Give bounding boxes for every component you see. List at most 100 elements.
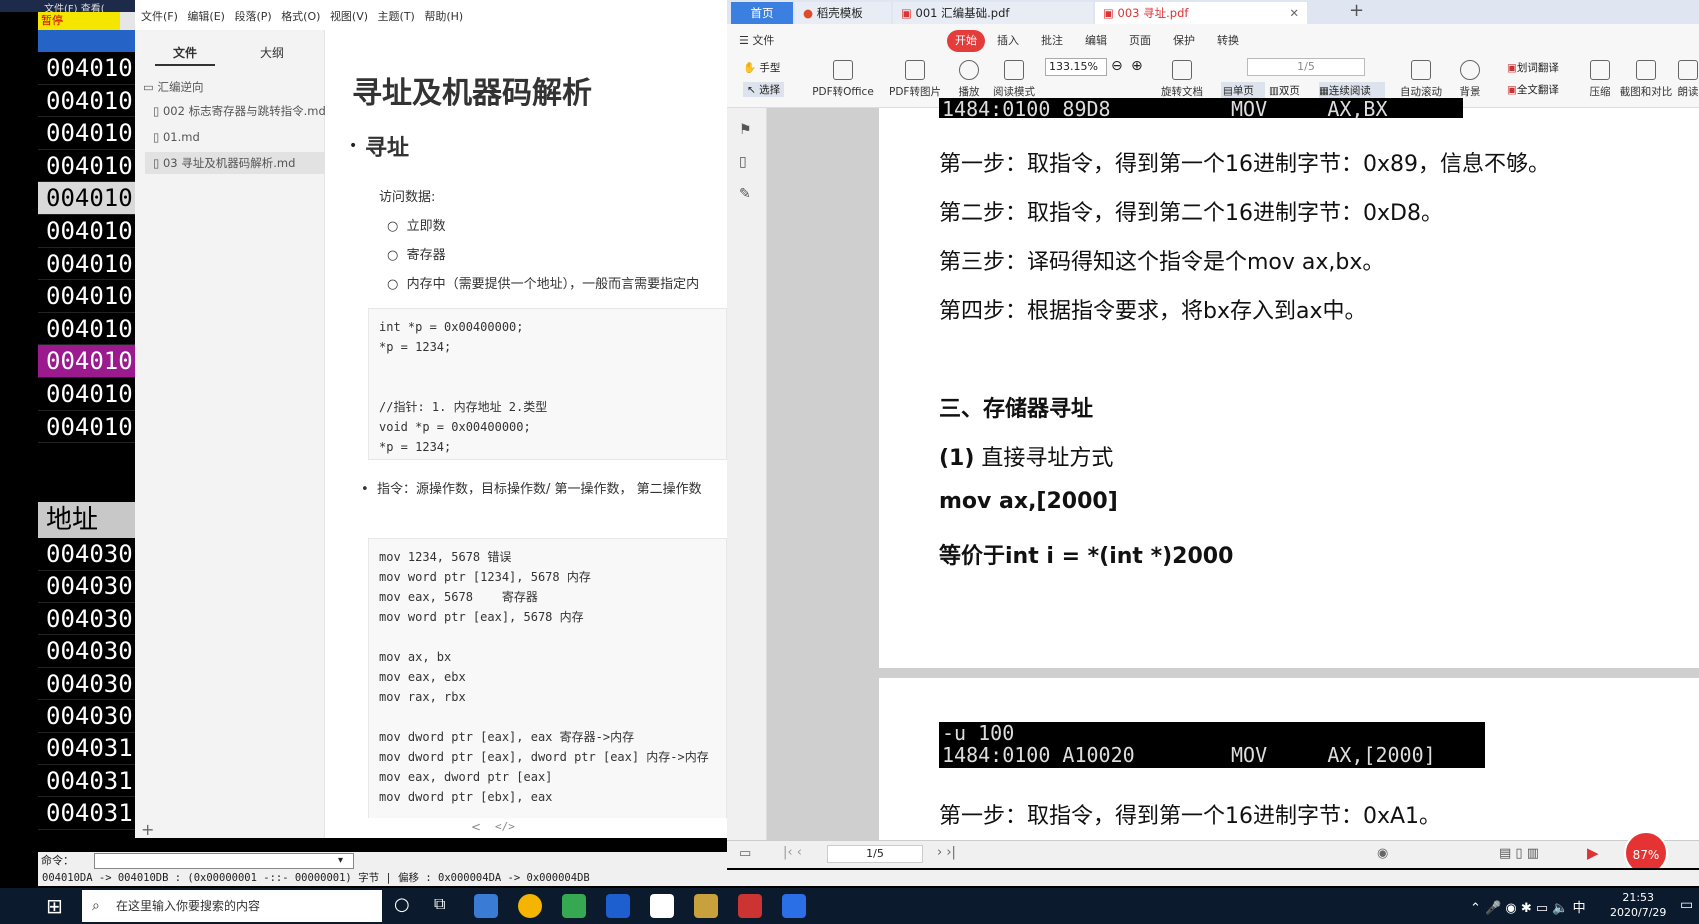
chrome-icon[interactable] <box>518 894 542 918</box>
add-file-button[interactable]: + <box>141 820 154 838</box>
menu-start[interactable]: 开始 <box>947 30 985 52</box>
single-view-icon[interactable]: ▤ ▯ ▥ <box>1499 846 1539 861</box>
menu-page[interactable]: 页面 <box>1129 30 1151 52</box>
first-page-icon[interactable]: |‹ ‹ <box>783 845 802 860</box>
clock[interactable]: 21:53 2020/7/29 <box>1610 890 1666 920</box>
tab-files[interactable]: 文件 <box>155 40 215 66</box>
menu-paragraph[interactable]: 段落(P) <box>234 8 271 24</box>
address-row[interactable]: 004010 <box>38 378 135 411</box>
performance-badge[interactable]: 87% <box>1624 831 1668 868</box>
pdf-to-office-button[interactable]: PDF转Office <box>807 60 879 99</box>
address-row[interactable]: 004030 <box>38 635 135 668</box>
play-button[interactable]: 播放 <box>949 60 989 99</box>
menu-help[interactable]: 帮助(H) <box>424 8 463 24</box>
typora-icon[interactable] <box>650 894 674 918</box>
address-row[interactable]: 004010 <box>38 411 135 444</box>
cortana-icon[interactable]: ○ <box>394 894 410 915</box>
address-row[interactable]: 004030 <box>38 700 135 733</box>
address-row[interactable]: 004010 <box>38 248 135 281</box>
read-aloud-button[interactable]: 朗读 <box>1677 60 1699 99</box>
page-input[interactable]: 1/5 <box>1247 58 1365 76</box>
zoom-in-icon[interactable]: ⊕ <box>1131 58 1143 74</box>
tray-icons[interactable]: ⌃ 🎤 ◉ ✱ ▭ 🔈 中 <box>1470 897 1586 916</box>
zoom-out-icon[interactable]: ⊖ <box>1111 58 1123 74</box>
menu-comment[interactable]: 批注 <box>1041 30 1063 52</box>
tab-pdf-001[interactable]: ▣ 001 汇编基础.pdf <box>893 2 1093 24</box>
zoom-select[interactable]: 133.15% <box>1045 58 1107 76</box>
address-row[interactable]: 004010 <box>38 85 135 118</box>
wps-icon[interactable] <box>782 894 806 918</box>
file-item[interactable]: ▯ 002 标志寄存器与跳转指令.md <box>153 100 325 122</box>
chevron-down-icon[interactable]: ▾ <box>338 852 343 870</box>
menu-file-wps[interactable]: ☰ 文件 <box>739 30 774 52</box>
thumbnail-icon[interactable]: ▯ <box>739 154 747 170</box>
address-row[interactable]: 004010 <box>38 280 135 313</box>
background-button[interactable]: 背景 <box>1453 60 1487 99</box>
menu-insert[interactable]: 插入 <box>997 30 1019 52</box>
address-row[interactable]: 004030 <box>38 668 135 701</box>
ime-indicator[interactable]: 中 <box>1573 901 1586 916</box>
bottom-page-input[interactable]: 1/5 <box>827 845 923 863</box>
address-row[interactable]: 004030 <box>38 603 135 636</box>
play-show-icon[interactable]: ▶ <box>1587 844 1599 862</box>
folder-item[interactable]: ▭ 汇编逆向 <box>143 76 323 98</box>
full-translate-button[interactable]: ▣全文翻译 <box>1507 82 1559 97</box>
address-row[interactable]: 004031 <box>38 732 135 765</box>
tab-pdf-003[interactable]: ▣ 003 寻址.pdf ✕ <box>1095 2 1307 24</box>
tab-outline[interactable]: 大纲 <box>242 40 302 66</box>
app-monitor-icon[interactable] <box>474 894 498 918</box>
address-row[interactable]: 004010 <box>38 117 135 150</box>
address-row[interactable]: 004010 <box>38 215 135 248</box>
address-row[interactable]: 004031 <box>38 797 135 830</box>
file-item-active[interactable]: ▯ 03 寻址及机器码解析.md <box>145 152 325 174</box>
menu-edit[interactable]: 编辑(E) <box>187 8 225 24</box>
blue-app-icon[interactable] <box>606 894 630 918</box>
auto-scroll-button[interactable]: 自动滚动 <box>1393 60 1449 99</box>
address-row[interactable]: 004030 <box>38 570 135 603</box>
close-icon[interactable]: ✕ <box>1289 2 1299 24</box>
bookmark-icon[interactable]: ⚑ <box>739 122 752 138</box>
select-tool[interactable]: ↖ 选择 <box>743 82 785 97</box>
address-row[interactable]: 004010 <box>38 313 135 346</box>
address-row[interactable]: 004010 <box>38 52 135 85</box>
compress-button[interactable]: 压缩 <box>1587 60 1613 99</box>
menu-edit-wps[interactable]: 编辑 <box>1085 30 1107 52</box>
menu-convert[interactable]: 转换 <box>1217 30 1239 52</box>
pdf-to-image-button[interactable]: PDF转图片 <box>887 60 943 99</box>
pdf-canvas[interactable]: 1484:0100 89D8 MOV AX,BX 第一步：取指令，得到第一个16… <box>767 98 1699 840</box>
menu-format[interactable]: 格式(O) <box>281 8 320 24</box>
notification-icon[interactable]: ▭ <box>1680 897 1693 913</box>
game-app-icon[interactable] <box>694 894 718 918</box>
menu-file[interactable]: 文件(F) <box>141 8 178 24</box>
task-view-icon[interactable]: ⧉ <box>434 894 445 914</box>
command-input[interactable] <box>94 853 354 869</box>
address-row[interactable]: 004010 <box>38 182 135 215</box>
red-app-icon[interactable] <box>738 894 762 918</box>
menu-theme[interactable]: 主题(T) <box>378 8 415 24</box>
file-item[interactable]: ▯ 01.md <box>153 126 325 148</box>
taskbar-search[interactable]: ⌕ 在这里输入你要搜索的内容 <box>82 890 382 922</box>
source-mode-button[interactable]: </> <box>495 820 515 833</box>
menu-protect[interactable]: 保护 <box>1173 30 1195 52</box>
collapse-button[interactable]: < <box>471 820 481 834</box>
screenshot-compare-button[interactable]: 截图和对比 <box>1615 60 1677 99</box>
eye-icon[interactable]: ◉ <box>1377 846 1388 861</box>
rotate-button[interactable]: 旋转文档 <box>1157 60 1207 99</box>
address-column-header[interactable]: 地址 <box>38 502 135 538</box>
new-tab-button[interactable]: + <box>1349 0 1364 21</box>
address-row[interactable]: 004010 <box>38 345 135 378</box>
address-row[interactable]: 004031 <box>38 765 135 798</box>
annotation-icon[interactable]: ✎ <box>739 186 751 202</box>
word-translate-button[interactable]: ▣划词翻译 <box>1507 60 1559 75</box>
address-row[interactable]: 004030 <box>38 538 135 571</box>
debugger-menubar[interactable]: 文件(F) 查看( <box>0 0 135 12</box>
tab-home[interactable]: 首页 <box>731 2 793 24</box>
address-row[interactable]: 004010 <box>38 150 135 183</box>
menu-view[interactable]: 视图(V) <box>330 8 368 24</box>
clover-icon[interactable] <box>562 894 586 918</box>
tab-template[interactable]: ● 稻壳模板 <box>795 2 891 24</box>
panel-toggle-icon[interactable]: ▭ <box>739 846 751 861</box>
code-block[interactable]: mov 1234, 5678 错误 mov word ptr [1234], 56… <box>368 538 727 838</box>
hand-tool[interactable]: ✋ 手型 <box>743 60 780 75</box>
next-page-icon[interactable]: › ›| <box>937 845 956 860</box>
